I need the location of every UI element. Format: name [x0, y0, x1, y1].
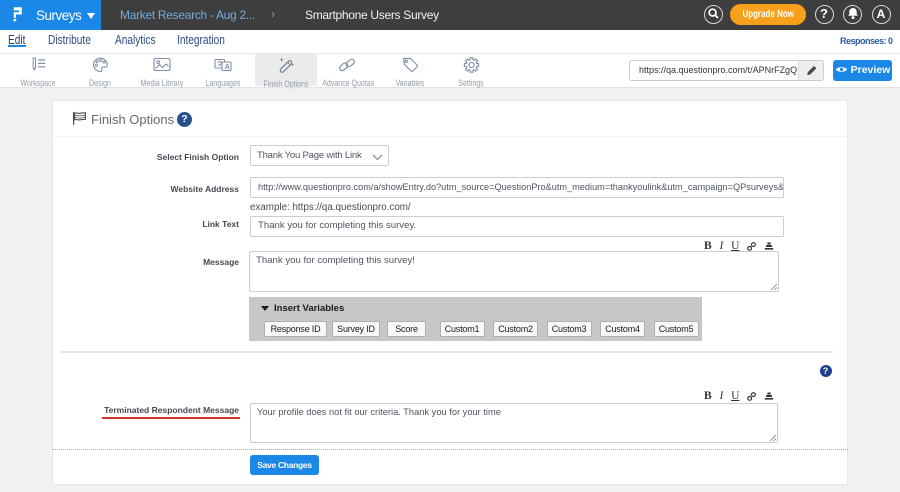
svg-text:A: A [225, 64, 230, 71]
